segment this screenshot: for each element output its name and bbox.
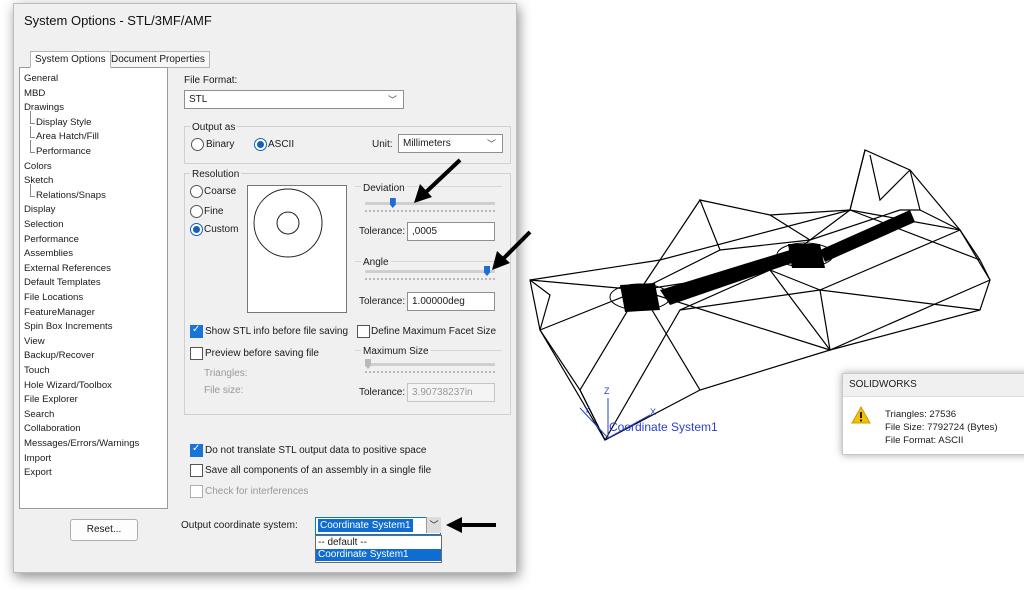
solidworks-info-message: SOLIDWORKS Triangles: 27536 File Size: 7… <box>842 373 1024 455</box>
message-title: SOLIDWORKS <box>849 379 917 390</box>
message-triangles: Triangles: 27536 <box>885 409 957 420</box>
coordinate-system-label: Coordinate System1 <box>609 420 718 434</box>
arrow-icon <box>414 158 462 203</box>
x-axis-label: X <box>650 407 656 417</box>
arrow-icon <box>446 517 496 533</box>
warning-icon <box>851 406 871 424</box>
message-file-format: File Format: ASCII <box>885 435 964 446</box>
y-axis-label: Y <box>584 405 590 415</box>
tab-system-options[interactable]: System Options <box>30 51 111 68</box>
z-axis-label: Z <box>604 386 610 396</box>
message-file-size: File Size: 7792724 (Bytes) <box>885 422 998 433</box>
